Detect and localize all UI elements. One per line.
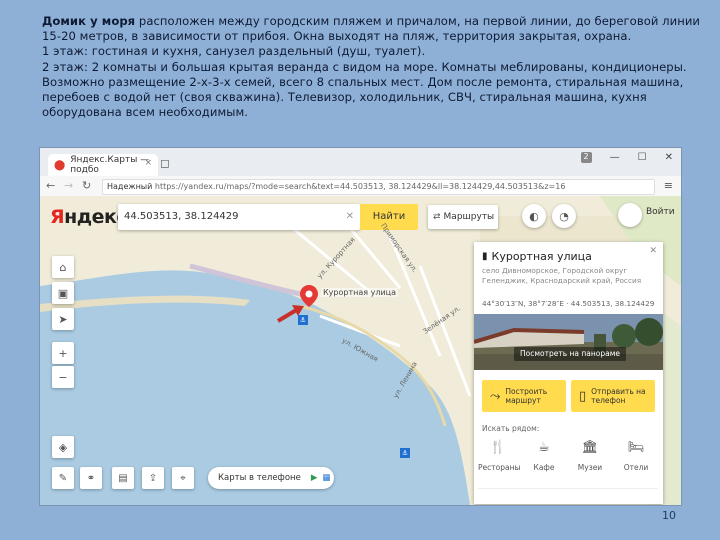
back-icon[interactable]: ← — [46, 179, 55, 192]
panorama-image — [474, 314, 663, 370]
maximize-icon[interactable]: ☐ — [638, 152, 647, 163]
category-label: Рестораны — [478, 463, 521, 472]
briefcase-icon[interactable]: ▣ — [52, 282, 74, 304]
card-divider — [478, 488, 658, 503]
tab-bar: ⬤ Яндекс.Карты — подбо × ◻ 2 — ☐ ✕ — [40, 148, 681, 176]
browser-menu-icon[interactable]: ≡ — [664, 179, 673, 192]
print-icon[interactable]: ▤ — [112, 467, 134, 489]
routes-button[interactable]: ⇄ Маршруты — [428, 205, 498, 229]
maps-in-phone-label: Карты в телефоне — [218, 473, 301, 483]
category-hotels[interactable]: 🛏 Отели — [616, 440, 656, 472]
avatar[interactable] — [618, 203, 642, 227]
zoom-in-icon[interactable]: + — [52, 342, 74, 364]
forward-icon[interactable]: → — [64, 179, 73, 192]
layers-icon[interactable]: ◐ — [522, 204, 546, 228]
bookmark-icon[interactable]: ▮ — [482, 251, 488, 262]
browser-window: ⬤ Яндекс.Карты — подбо × ◻ 2 — ☐ ✕ ← → ↻… — [40, 148, 681, 505]
share-icon[interactable]: ⇪ — [142, 467, 164, 489]
map-view[interactable]: Яндекс 44.503513, 38.124429 ✕ Найти ⇄ Ма… — [40, 196, 681, 505]
description-para-1: Домик у моря расположен между городским … — [42, 14, 702, 44]
panorama-preview[interactable]: Посмотреть на панораме — [474, 314, 663, 370]
search-value: 44.503513, 38.124429 — [124, 211, 239, 222]
tab-close-icon[interactable]: × — [144, 158, 152, 168]
card-address: село Дивноморское, Городской округ Гелен… — [482, 266, 642, 285]
feedback-icon[interactable]: ⌖ — [172, 467, 194, 489]
windows-store-icon: ▦ — [322, 473, 331, 483]
build-route-button[interactable]: ⤳ Построить маршрут — [482, 380, 566, 412]
logo-first-letter: Я — [50, 206, 65, 228]
description-para-3: 2 этаж: 2 комнаты и большая крытая веран… — [42, 59, 687, 120]
search-input[interactable]: 44.503513, 38.124429 ✕ — [118, 204, 360, 230]
google-play-icon: ▶ — [310, 473, 318, 483]
address-bar: ← → ↻ Надежный https://yandex.ru/maps/?m… — [40, 176, 681, 197]
card-title: ▮ Курортная улица — [482, 250, 592, 263]
category-label: Отели — [623, 463, 649, 472]
description-title: Домик у моря — [42, 14, 136, 28]
maps-in-phone-button[interactable]: Карты в телефоне ▶ ▦ — [208, 467, 334, 489]
yandex-logo[interactable]: Яндекс — [50, 206, 128, 228]
new-tab-icon[interactable]: ◻ — [160, 156, 174, 170]
card-title-text: Курортная улица — [491, 250, 592, 263]
close-card-icon[interactable]: ✕ — [649, 246, 657, 256]
route-icon: ⇄ — [433, 212, 441, 222]
url-text: https://yandex.ru/maps/?mode=search&text… — [154, 182, 566, 191]
browser-tab[interactable]: ⬤ Яндекс.Карты — подбо × — [48, 154, 158, 176]
routes-label: Маршруты — [443, 212, 495, 222]
yandex-maps-favicon-icon: ⬤ — [54, 159, 66, 171]
card-coordinates: 44°30′13″N, 38°7′28″E · 44.503513, 38.12… — [482, 299, 655, 308]
build-route-label: Построить маршрут — [505, 387, 548, 405]
description-para-2: 1 этаж: гостиная и кухня, санузел раздел… — [42, 44, 426, 59]
ruler-icon[interactable]: ✎ — [52, 467, 74, 489]
pier-icon[interactable]: ⚓ — [400, 448, 410, 458]
minimize-icon[interactable]: — — [610, 152, 620, 163]
search-nearby-label: Искать рядом: — [482, 424, 540, 433]
panorama-icon[interactable]: ⚭ — [80, 467, 102, 489]
locate-icon[interactable]: ➤ — [52, 308, 74, 330]
close-window-icon[interactable]: ✕ — [665, 152, 673, 163]
reload-icon[interactable]: ↻ — [82, 179, 91, 192]
place-card: ✕ ▮ Курортная улица село Дивноморское, Г… — [474, 242, 663, 504]
clear-search-icon[interactable]: ✕ — [346, 204, 354, 230]
map-layers-icon[interactable]: ◈ — [52, 436, 74, 458]
hotel-icon: 🛏 — [627, 440, 645, 455]
zoom-out-icon[interactable]: − — [52, 366, 74, 388]
view-panorama-button[interactable]: Посмотреть на панораме — [514, 347, 626, 361]
restaurant-icon: 🍴 — [489, 440, 507, 455]
bus-stop-icon[interactable]: ⚓ — [298, 315, 308, 325]
category-restaurants[interactable]: 🍴 Рестораны — [478, 440, 521, 472]
museum-icon: 🏛 — [581, 440, 599, 455]
cafe-icon: ☕ — [538, 440, 550, 455]
secure-label: Надежный — [107, 182, 153, 191]
category-label: Кафе — [533, 463, 555, 472]
send-to-phone-button[interactable]: ▯ Отправить на телефон — [571, 380, 655, 412]
description-line-1: расположен между городским пляжем и прич… — [42, 14, 701, 44]
slide-number: 10 — [662, 509, 676, 522]
url-field[interactable]: Надежный https://yandex.ru/maps/?mode=se… — [102, 179, 655, 195]
traffic-icon[interactable]: ◔ — [552, 204, 576, 228]
window-controls: 2 — ☐ ✕ — [580, 152, 673, 163]
pin-label: Курортная улица — [321, 288, 399, 297]
category-cafe[interactable]: ☕ Кафе — [524, 440, 564, 472]
home-icon[interactable]: ⌂ — [52, 256, 74, 278]
send-to-phone-label: Отправить на телефон — [591, 387, 646, 405]
description-text: Домик у моря расположен между городским … — [42, 14, 702, 120]
category-museums[interactable]: 🏛 Музеи — [570, 440, 610, 472]
phone-icon: ▯ — [579, 388, 587, 404]
login-link[interactable]: Войти — [646, 207, 675, 217]
route-icon: ⤳ — [490, 388, 501, 404]
category-label: Музеи — [577, 463, 603, 472]
profile-badge[interactable]: 2 — [580, 152, 592, 163]
